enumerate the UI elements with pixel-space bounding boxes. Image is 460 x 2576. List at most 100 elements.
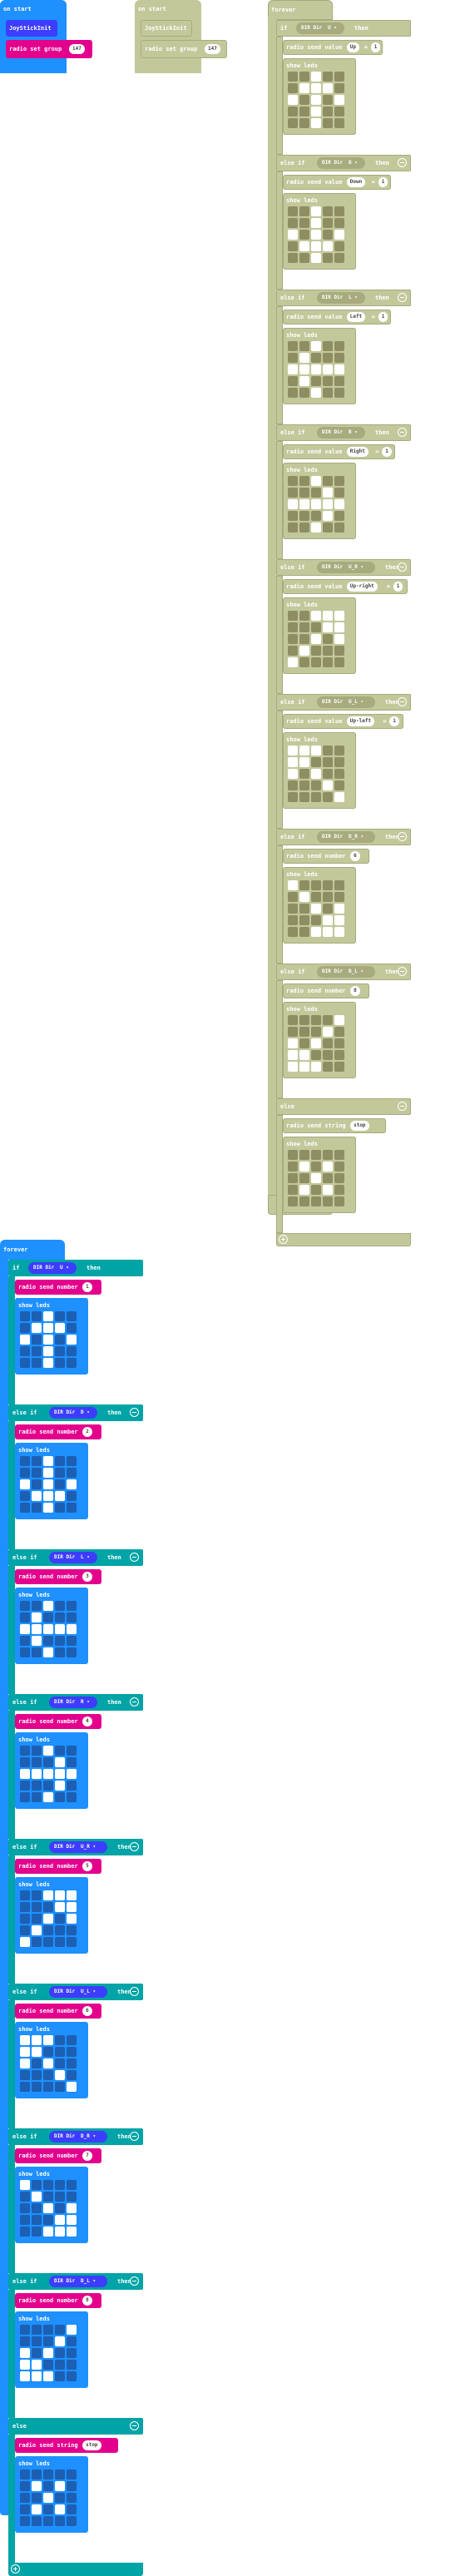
led-cell[interactable] bbox=[20, 2336, 30, 2346]
led-matrix[interactable] bbox=[288, 72, 344, 128]
led-cell[interactable] bbox=[67, 1769, 77, 1779]
led-cell[interactable] bbox=[43, 2070, 53, 2080]
led-cell[interactable] bbox=[20, 2325, 30, 2335]
radio-value[interactable]: 8 bbox=[350, 986, 360, 996]
led-cell[interactable] bbox=[20, 2227, 30, 2237]
led-cell[interactable] bbox=[20, 1624, 30, 1634]
dir-dropdown[interactable]: U_R bbox=[349, 565, 364, 570]
else-row[interactable]: else bbox=[8, 2418, 143, 2435]
led-cell[interactable] bbox=[55, 2082, 65, 2092]
led-cell[interactable] bbox=[67, 2336, 77, 2346]
led-cell[interactable] bbox=[288, 1050, 298, 1060]
led-cell[interactable] bbox=[311, 746, 321, 755]
remove-branch-icon[interactable] bbox=[130, 2132, 139, 2141]
led-cell[interactable] bbox=[299, 746, 309, 755]
if-condition-row[interactable]: if DIR Dir Uthen bbox=[8, 1260, 143, 1276]
led-cell[interactable] bbox=[323, 927, 333, 937]
led-cell[interactable] bbox=[288, 1015, 298, 1025]
led-cell[interactable] bbox=[323, 388, 333, 398]
dir-condition[interactable]: DIR Dir U bbox=[28, 1262, 77, 1274]
led-cell[interactable] bbox=[323, 1062, 333, 1072]
led-cell[interactable] bbox=[299, 646, 309, 656]
led-cell[interactable] bbox=[334, 83, 344, 93]
led-cell[interactable] bbox=[311, 780, 321, 790]
led-cell[interactable] bbox=[67, 1323, 77, 1333]
led-cell[interactable] bbox=[32, 1323, 42, 1333]
led-cell[interactable] bbox=[323, 792, 333, 802]
forever-disabled-block[interactable]: foreverifDIR DirUthenradio send valueUp=… bbox=[268, 0, 418, 1246]
led-cell[interactable] bbox=[20, 1311, 30, 1321]
radio-send-block[interactable]: radio send number 2 bbox=[15, 1424, 101, 1439]
radio-send-block[interactable]: radio send value Down = 1 bbox=[283, 175, 391, 190]
led-cell[interactable] bbox=[299, 1185, 309, 1195]
led-cell[interactable] bbox=[334, 1015, 344, 1025]
led-cell[interactable] bbox=[32, 1902, 42, 1912]
led-cell[interactable] bbox=[43, 2481, 53, 2491]
led-cell[interactable] bbox=[32, 1914, 42, 1924]
led-matrix[interactable] bbox=[288, 1150, 344, 1206]
led-cell[interactable] bbox=[55, 2227, 65, 2237]
led-cell[interactable] bbox=[55, 1890, 65, 1900]
show-leds-block[interactable]: show leds bbox=[15, 1588, 88, 1664]
led-cell[interactable] bbox=[67, 1746, 77, 1756]
led-cell[interactable] bbox=[55, 2516, 65, 2526]
led-cell[interactable] bbox=[323, 511, 333, 521]
led-cell[interactable] bbox=[288, 218, 298, 228]
radio-value[interactable]: 4 bbox=[82, 1717, 92, 1726]
led-cell[interactable] bbox=[288, 1185, 298, 1195]
led-cell[interactable] bbox=[55, 1601, 65, 1611]
led-cell[interactable] bbox=[43, 1491, 53, 1501]
show-leds-block[interactable]: show leds bbox=[15, 2456, 88, 2533]
dir-condition[interactable]: DIR Dir D bbox=[49, 1407, 97, 1419]
led-cell[interactable] bbox=[288, 206, 298, 216]
led-cell[interactable] bbox=[334, 1062, 344, 1072]
led-cell[interactable] bbox=[55, 1647, 65, 1657]
led-cell[interactable] bbox=[20, 1914, 30, 1924]
show-leds-block[interactable]: show leds bbox=[283, 597, 356, 674]
remove-branch-icon[interactable] bbox=[398, 562, 407, 572]
led-cell[interactable] bbox=[67, 1612, 77, 1622]
led-cell[interactable] bbox=[32, 1624, 42, 1634]
led-cell[interactable] bbox=[288, 83, 298, 93]
led-cell[interactable] bbox=[334, 646, 344, 656]
led-cell[interactable] bbox=[323, 657, 333, 667]
led-cell[interactable] bbox=[311, 1162, 321, 1172]
led-cell[interactable] bbox=[67, 2371, 77, 2381]
led-cell[interactable] bbox=[323, 915, 333, 925]
led-cell[interactable] bbox=[299, 206, 309, 216]
radio-set-group-block[interactable]: radio set group 147 bbox=[6, 40, 92, 58]
led-cell[interactable] bbox=[67, 1346, 77, 1356]
led-cell[interactable] bbox=[334, 927, 344, 937]
add-branch-icon[interactable] bbox=[279, 1235, 288, 1244]
led-cell[interactable] bbox=[55, 2371, 65, 2381]
led-cell[interactable] bbox=[334, 511, 344, 521]
led-cell[interactable] bbox=[43, 1503, 53, 1513]
radio-value[interactable]: 1 bbox=[382, 447, 392, 457]
remove-branch-icon[interactable] bbox=[398, 967, 407, 976]
led-cell[interactable] bbox=[288, 341, 298, 351]
dir-condition[interactable]: DIR Dir U bbox=[296, 22, 344, 34]
led-cell[interactable] bbox=[288, 95, 298, 105]
led-cell[interactable] bbox=[43, 2047, 53, 2057]
led-cell[interactable] bbox=[311, 611, 321, 621]
radio-value[interactable]: 1 bbox=[82, 1282, 92, 1292]
led-cell[interactable] bbox=[55, 1937, 65, 1947]
led-cell[interactable] bbox=[334, 364, 344, 374]
led-cell[interactable] bbox=[20, 1612, 30, 1622]
led-cell[interactable] bbox=[334, 488, 344, 498]
led-cell[interactable] bbox=[323, 1038, 333, 1048]
led-cell[interactable] bbox=[32, 2371, 42, 2381]
dir-condition[interactable]: DIR Dir D_R bbox=[317, 831, 375, 843]
led-cell[interactable] bbox=[32, 1335, 42, 1345]
led-cell[interactable] bbox=[43, 1323, 53, 1333]
led-cell[interactable] bbox=[43, 2469, 53, 2479]
led-matrix[interactable] bbox=[288, 341, 344, 398]
led-cell[interactable] bbox=[299, 253, 309, 263]
if-condition-row[interactable]: else ifDIR DirU_Rthen bbox=[276, 559, 411, 576]
led-cell[interactable] bbox=[20, 2203, 30, 2213]
led-cell[interactable] bbox=[32, 1792, 42, 1802]
led-cell[interactable] bbox=[55, 1468, 65, 1478]
led-cell[interactable] bbox=[20, 2082, 30, 2092]
radio-value[interactable]: 1 bbox=[370, 42, 381, 52]
led-cell[interactable] bbox=[43, 1769, 53, 1779]
